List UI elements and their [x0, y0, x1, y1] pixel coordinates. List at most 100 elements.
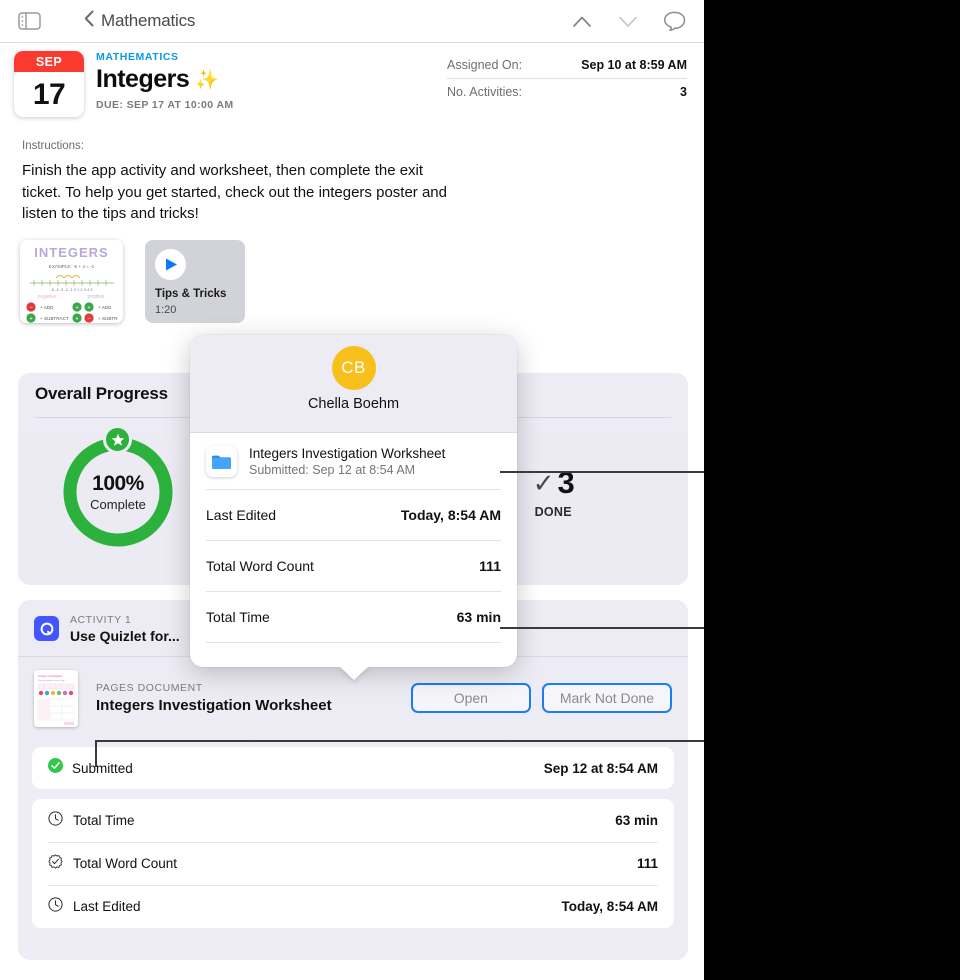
svg-text:+ ADD: + ADD — [40, 305, 54, 310]
activity-kicker: ACTIVITY 1 — [70, 613, 132, 626]
due-date-label: DUE: SEP 17 AT 10:00 AM — [96, 99, 234, 111]
word-count-icon — [48, 853, 63, 874]
popover-header-gap — [190, 422, 517, 433]
callout-line-submitted-vertical — [95, 741, 97, 767]
student-detail-popover: CB Chella Boehm Integers Investigation W… — [190, 335, 517, 680]
popover-file-row[interactable]: Integers Investigation Worksheet Submitt… — [190, 433, 517, 477]
popover-file-text: Integers Investigation Worksheet Submitt… — [249, 446, 445, 477]
page-title: Integers ✨ — [96, 65, 234, 94]
chevron-left-icon — [84, 10, 94, 32]
popover-row-value: Today, 8:54 AM — [400, 506, 501, 523]
svg-text:+ SUBTRACT: + SUBTRACT — [40, 316, 69, 321]
instructions-text: Finish the app activity and worksheet, t… — [22, 162, 447, 222]
navigation-bar: Mathematics — [0, 0, 704, 43]
document-kicker: PAGES DOCUMENT — [96, 682, 203, 694]
pages-document-thumbnail[interactable]: Integers Investigation Use the number li… — [34, 669, 78, 727]
meta-row-assigned-on: Assigned On: Sep 10 at 8:59 AM — [447, 52, 687, 78]
chevron-down-icon[interactable] — [616, 9, 640, 33]
activity-header-text: ACTIVITY 1 Use Quizlet for... — [70, 614, 180, 644]
clock-icon — [48, 896, 63, 917]
video-title: Tips & Tricks — [155, 288, 227, 300]
app-screen: Mathematics SEP 17 MATHEMATICS Integers … — [0, 0, 704, 980]
popover-row-value: 63 min — [456, 608, 501, 625]
meta-label: Assigned On: — [447, 58, 523, 72]
blue-folder-icon — [206, 446, 237, 477]
document-title: Integers Investigation Worksheet — [96, 697, 332, 714]
back-button[interactable]: Mathematics — [84, 10, 195, 32]
avatar: CB — [331, 346, 376, 390]
student-name: Chella Boehm — [307, 396, 400, 412]
open-button[interactable]: Open — [410, 683, 531, 713]
svg-text:EXAMPLE: -5 + 4 = -1: EXAMPLE: -5 + 4 = -1 — [49, 264, 95, 269]
popover-header: CB Chella Boehm — [190, 335, 517, 422]
document-actions: Open Mark Not Done — [410, 683, 672, 713]
detail-row-total-time: Total Time 63 min — [32, 799, 674, 842]
popover-row-label: Last Edited — [206, 506, 277, 523]
sidebar-toggle-icon[interactable] — [16, 11, 42, 31]
svg-text:+: + — [75, 317, 79, 323]
video-attachment-card[interactable]: Tips & Tricks 1:20 — [145, 240, 245, 323]
svg-text:INTEGERS: INTEGERS — [34, 245, 108, 260]
course-label: MATHEMATICS — [96, 51, 179, 63]
svg-text:−: − — [29, 305, 33, 311]
meta-value: Sep 10 at 8:59 AM — [581, 58, 687, 72]
attachments-row: INTEGERS EXAMPLE: -5 + 4 = -1 -5 -4 -3 -… — [20, 240, 245, 323]
svg-text:+ ADD: + ADD — [98, 305, 112, 310]
popover-file-subtitle: Submitted: Sep 12 at 8:54 AM — [249, 463, 416, 477]
popover-row-label: Total Word Count — [206, 557, 314, 574]
instructions-label: Instructions: — [22, 140, 84, 152]
svg-text:-5 -4 -3 -2 -1 0 1 2 3 4 5: -5 -4 -3 -2 -1 0 1 2 3 4 5 — [50, 287, 93, 292]
speech-bubble-icon[interactable] — [662, 9, 686, 33]
meta-row-no-activities: No. Activities: 3 — [447, 78, 687, 104]
sparkles-icon: ✨ — [195, 69, 219, 91]
activity-name: Use Quizlet for... — [70, 627, 180, 644]
calendar-day: 17 — [32, 77, 66, 111]
svg-text:Integers Investigation: Integers Investigation — [38, 674, 63, 678]
stat-label: DONE — [534, 505, 572, 519]
submitted-date: Sep 12 at 8:54 AM — [543, 760, 658, 776]
svg-text:negative: negative — [38, 294, 57, 300]
popover-row-label: Total Time — [206, 608, 270, 625]
assignment-meta: Assigned On: Sep 10 at 8:59 AM No. Activ… — [447, 52, 687, 104]
meta-value: 3 — [680, 84, 687, 99]
svg-text:+ SUBTR: + SUBTR — [98, 316, 118, 321]
activity-details-card: Total Time 63 min Total Word Count 111 L… — [32, 799, 674, 928]
popover-file-title: Integers Investigation Worksheet — [249, 446, 446, 461]
svg-text:positive: positive — [88, 294, 105, 300]
callout-line-submitted-horizontal — [95, 740, 704, 742]
detail-label: Total Time — [73, 813, 135, 828]
callout-line-total-time — [500, 627, 704, 629]
navbar-actions — [570, 9, 686, 33]
detail-label: Last Edited — [73, 899, 141, 914]
progress-percent: 100% — [92, 472, 144, 495]
assignment-header: SEP 17 MATHEMATICS Integers ✨ DUE: SEP 1… — [0, 43, 704, 131]
poster-thumbnail[interactable]: INTEGERS EXAMPLE: -5 + 4 = -1 -5 -4 -3 -… — [20, 240, 123, 323]
green-check-circle-icon — [48, 758, 63, 778]
svg-text:+: + — [29, 317, 33, 323]
chevron-up-icon[interactable] — [570, 9, 594, 33]
calendar-month: SEP — [14, 51, 84, 72]
back-button-label: Mathematics — [101, 11, 196, 30]
detail-value: 63 min — [615, 813, 658, 828]
svg-text:+: + — [75, 306, 79, 312]
due-date-calendar-badge: SEP 17 — [14, 51, 84, 117]
callout-line-file-row — [500, 471, 704, 473]
overall-progress-title: Overall Progress — [35, 384, 168, 403]
detail-value: 111 — [636, 856, 658, 871]
play-icon — [155, 249, 186, 280]
popover-row-last-edited: Last Edited Today, 8:54 AM — [206, 489, 501, 540]
popover-arrow — [338, 666, 369, 680]
clock-icon — [48, 810, 63, 831]
svg-text:−: − — [87, 316, 91, 322]
video-duration: 1:20 — [155, 304, 177, 316]
document-text: PAGES DOCUMENT Integers Investigation Wo… — [96, 682, 332, 714]
assignment-title-block: MATHEMATICS Integers ✨ DUE: SEP 17 AT 10… — [96, 51, 234, 111]
mark-not-done-button[interactable]: Mark Not Done — [541, 683, 672, 713]
detail-label: Total Word Count — [73, 856, 178, 871]
progress-sublabel: Complete — [90, 497, 146, 512]
popover-rows: Last Edited Today, 8:54 AM Total Word Co… — [190, 489, 517, 643]
popover-row-word-count: Total Word Count 111 — [206, 540, 501, 591]
popover-row-total-time: Total Time 63 min — [206, 591, 501, 642]
page-title-text: Integers — [96, 65, 190, 93]
submitted-label: Submitted — [72, 760, 133, 776]
